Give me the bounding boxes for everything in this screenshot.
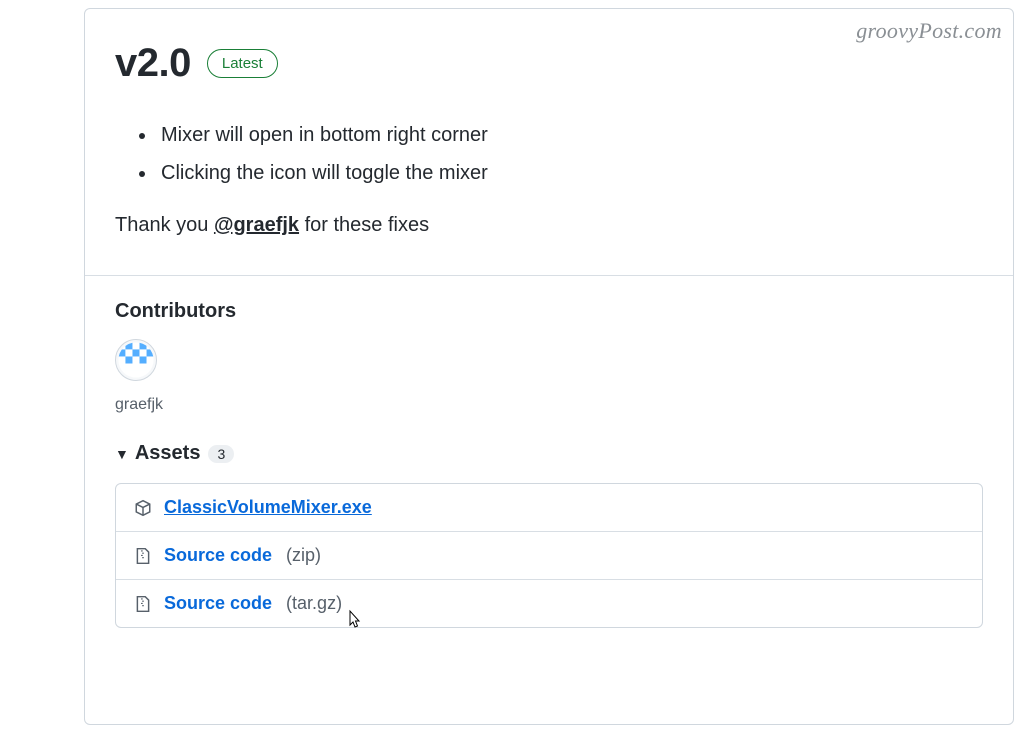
asset-row: Source code (tar.gz)	[116, 579, 982, 627]
thanks-suffix: for these fixes	[299, 214, 429, 236]
contributors-section: Contributors graefjk ▼ Assets 3	[85, 276, 1013, 638]
assets-count-badge: 3	[208, 445, 234, 463]
mention-link[interactable]: @graefjk	[214, 214, 299, 236]
thanks-prefix: Thank you	[115, 214, 214, 236]
assets-heading: Assets	[135, 442, 201, 465]
changelog-list: Mixer will open in bottom right corner C…	[115, 116, 983, 192]
release-title: v2.0	[115, 41, 191, 86]
zip-icon	[134, 595, 152, 613]
contributor-avatar[interactable]	[115, 339, 157, 381]
contributors-heading: Contributors	[115, 300, 983, 323]
release-header: v2.0 Latest Mixer will open in bottom ri…	[85, 9, 1013, 275]
package-icon	[134, 499, 152, 517]
triangle-down-icon: ▼	[115, 446, 129, 462]
asset-link[interactable]: Source code	[164, 545, 272, 566]
assets-toggle[interactable]: ▼ Assets 3	[115, 442, 983, 465]
asset-suffix: (zip)	[286, 545, 321, 566]
changelog-item: Clicking the icon will toggle the mixer	[157, 154, 983, 192]
asset-row: ClassicVolumeMixer.exe	[116, 484, 982, 531]
asset-link[interactable]: Source code	[164, 593, 272, 614]
zip-icon	[134, 547, 152, 565]
changelog-item: Mixer will open in bottom right corner	[157, 116, 983, 154]
release-panel: v2.0 Latest Mixer will open in bottom ri…	[84, 8, 1014, 725]
asset-row: Source code (zip)	[116, 531, 982, 579]
asset-link[interactable]: ClassicVolumeMixer.exe	[164, 497, 372, 518]
asset-list: ClassicVolumeMixer.exe Source code (zip)	[115, 483, 983, 628]
contributor-name: graefjk	[115, 396, 983, 414]
asset-suffix: (tar.gz)	[286, 593, 342, 614]
latest-badge: Latest	[207, 49, 278, 78]
thanks-line: Thank you @graefjk for these fixes	[115, 214, 983, 237]
